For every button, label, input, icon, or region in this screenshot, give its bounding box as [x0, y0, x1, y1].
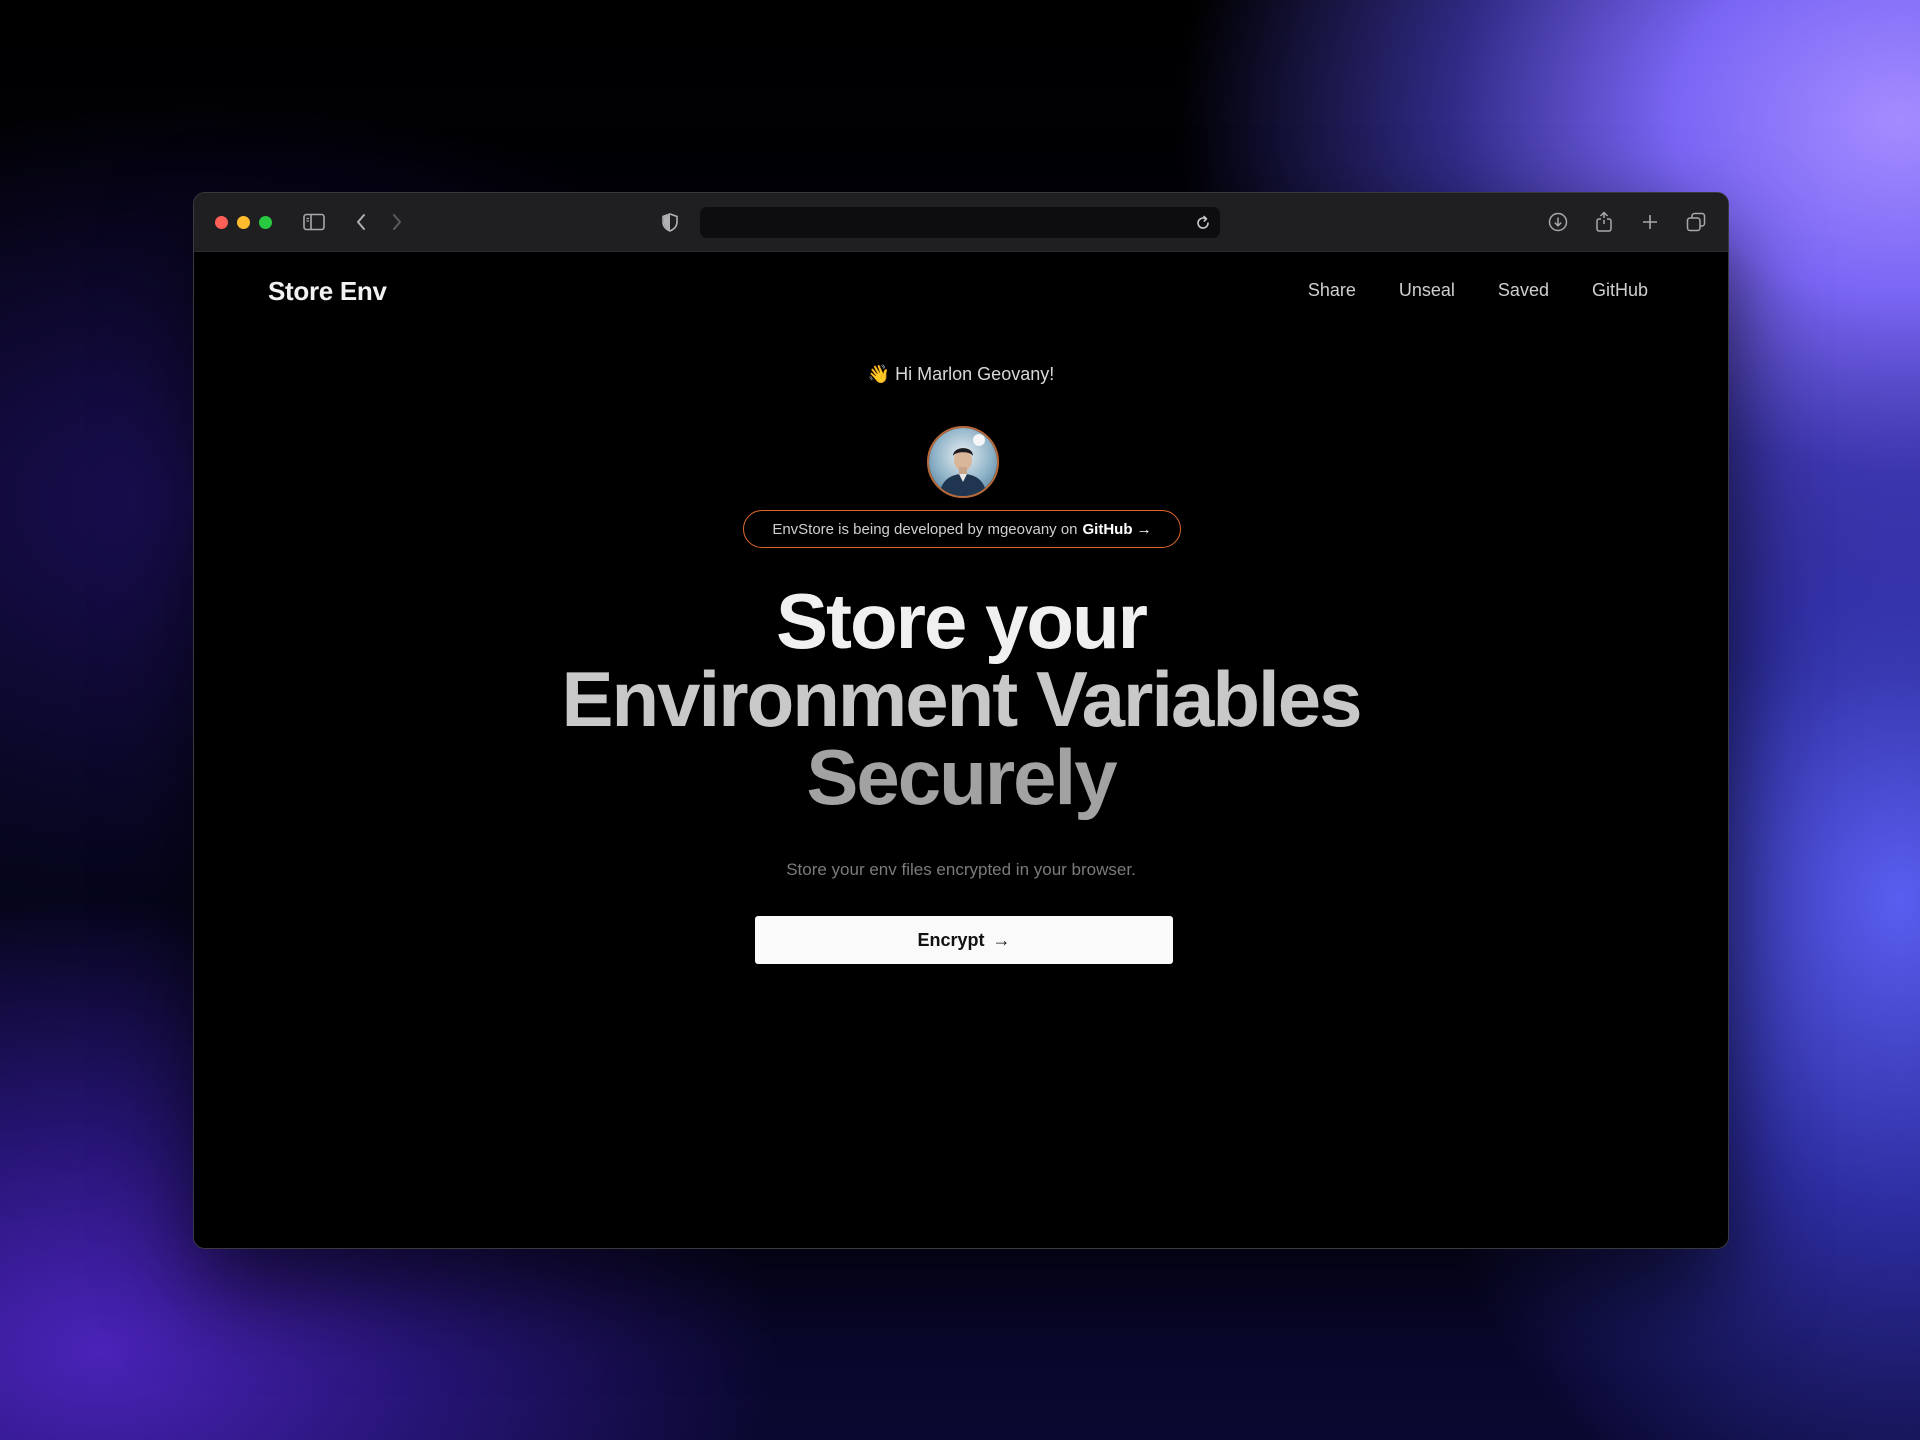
- reload-icon[interactable]: [1194, 214, 1212, 232]
- main-nav: Share Unseal Saved GitHub: [1265, 280, 1648, 301]
- minimize-window-button[interactable]: [237, 216, 250, 229]
- hero-subtitle: Store your env files encrypted in your b…: [786, 860, 1136, 879]
- maximize-window-button[interactable]: [259, 216, 272, 229]
- back-icon[interactable]: [348, 209, 374, 235]
- new-tab-icon[interactable]: [1637, 209, 1663, 235]
- badge-text: EnvStore is being developed by mgeovany …: [772, 520, 1078, 538]
- github-announcement-badge[interactable]: EnvStore is being developed by mgeovany …: [743, 510, 1181, 548]
- site-logo[interactable]: Store Env: [268, 276, 387, 307]
- avatar: [927, 426, 999, 498]
- encrypt-button-label: Encrypt: [917, 929, 985, 950]
- download-icon[interactable]: [1545, 209, 1571, 235]
- encrypt-button[interactable]: Encrypt →: [755, 916, 1173, 964]
- share-icon[interactable]: [1591, 209, 1617, 235]
- nav-github[interactable]: GitHub: [1592, 280, 1648, 301]
- hero-title-line-1: Store your: [775, 577, 1148, 665]
- nav-unseal[interactable]: Unseal: [1399, 280, 1455, 301]
- address-bar[interactable]: [700, 207, 1220, 238]
- browser-window: Store Env Share Unseal Saved GitHub 👋 Hi…: [193, 192, 1729, 1249]
- hero-title: Store your Environment Variables Securel…: [194, 582, 1728, 816]
- page-content: Store Env Share Unseal Saved GitHub 👋 Hi…: [194, 252, 1728, 1248]
- arrow-right-icon: →: [992, 929, 1011, 950]
- sidebar-icon[interactable]: [301, 209, 327, 235]
- greeting-text: 👋 Hi Marlon Geovany!: [867, 364, 1055, 384]
- tabs-overview-icon[interactable]: [1683, 209, 1709, 235]
- hero-title-line-2: Environment Variables: [561, 655, 1363, 743]
- nav-saved[interactable]: Saved: [1498, 280, 1549, 301]
- badge-github-link[interactable]: GitHub →: [1083, 521, 1152, 538]
- close-window-button[interactable]: [215, 216, 228, 229]
- shield-icon[interactable]: [657, 209, 683, 235]
- hero-title-line-3: Securely: [806, 733, 1117, 821]
- browser-toolbar: [194, 193, 1728, 252]
- forward-icon[interactable]: [384, 209, 410, 235]
- nav-share[interactable]: Share: [1308, 280, 1356, 301]
